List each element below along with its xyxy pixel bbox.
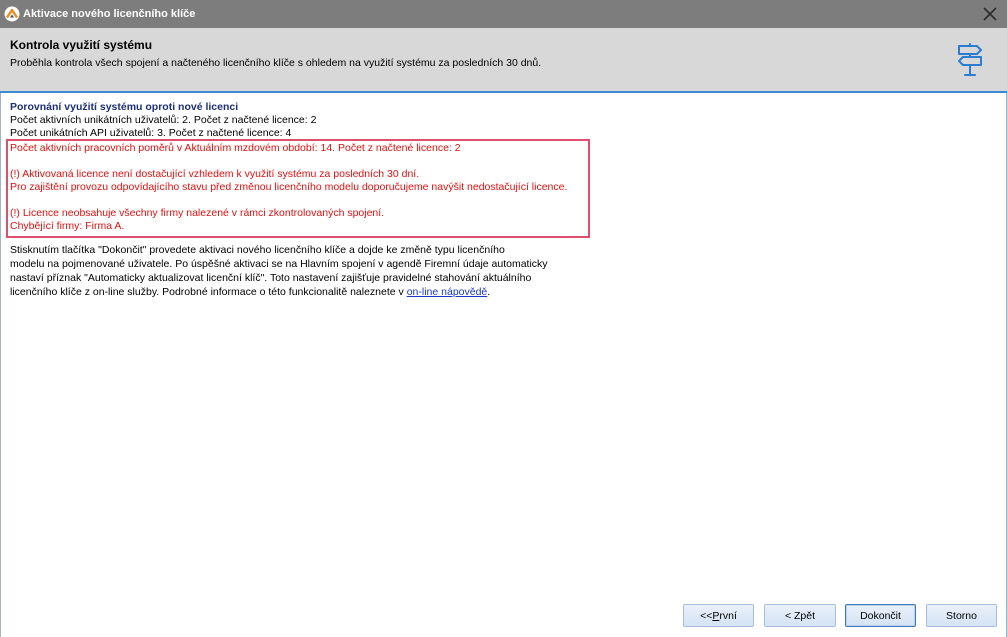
finish-button[interactable]: Dokončit	[845, 604, 916, 627]
page-title: Kontrola využití systému	[10, 38, 153, 52]
first-button[interactable]: << První	[683, 604, 754, 627]
warning-box: Počet aktivních pracovních poměrů v Aktu…	[6, 139, 590, 238]
usage-line-users: Počet aktivních unikátních uživatelů: 2.…	[10, 114, 317, 126]
paragraph-line-text: licenčního klíče z on-line služby. Podro…	[10, 286, 407, 298]
first-button-rest: rvní	[719, 609, 737, 622]
paragraph-line-end: .	[487, 286, 491, 298]
warning-line: (!) Licence neobsahuje všechny firmy nal…	[10, 207, 385, 219]
window-title: Aktivace nového licenčního klíče	[23, 8, 196, 20]
paragraph-line: nastaví příznak "Automaticky aktualizova…	[10, 272, 532, 284]
window-titlebar: Aktivace nového licenčního klíče	[0, 0, 1007, 28]
close-icon	[983, 7, 997, 21]
app-logo-icon	[4, 6, 20, 22]
wizard-header: Kontrola využití systému Proběhla kontro…	[0, 28, 1007, 91]
warning-missing-group: (!) Licence neobsahuje všechny firmy nal…	[10, 207, 588, 233]
signpost-icon	[958, 43, 982, 76]
first-button-accel: P	[712, 609, 720, 622]
warning-usage-line: Počet aktivních pracovních poměrů v Aktu…	[10, 142, 461, 154]
paragraph-line: Stisknutím tlačítka "Dokončit" provedete…	[10, 244, 505, 256]
button-bar: << První < Zpět Dokončit Storno	[0, 604, 1007, 627]
first-button-prefix: <<	[700, 609, 713, 622]
close-button[interactable]	[979, 3, 1001, 25]
paragraph-line: licenčního klíče z on-line služby. Podro…	[6, 285, 1006, 299]
online-help-link[interactable]: on-line nápovědě	[407, 286, 488, 298]
warning-line: Pro zajištění provozu odpovídajícího sta…	[10, 181, 568, 193]
paragraph-line: modelu na pojmenované uživatele. Po úspě…	[10, 258, 548, 270]
info-paragraph: Stisknutím tlačítka "Dokončit" provedete…	[6, 243, 1006, 299]
warning-line: Chybějící firmy: Firma A.	[10, 220, 125, 232]
section-title: Porovnání využití systému oproti nové li…	[10, 101, 239, 113]
page-subtitle: Proběhla kontrola všech spojení a načten…	[10, 57, 542, 69]
back-button[interactable]: < Zpět	[764, 604, 836, 627]
warning-line: (!) Aktivovaná licence není dostačující …	[10, 168, 420, 180]
cancel-button[interactable]: Storno	[926, 604, 997, 627]
warning-insufficient-group: (!) Aktivovaná licence není dostačující …	[10, 168, 588, 194]
wizard-content: Porovnání využití systému oproti nové li…	[0, 93, 1007, 637]
